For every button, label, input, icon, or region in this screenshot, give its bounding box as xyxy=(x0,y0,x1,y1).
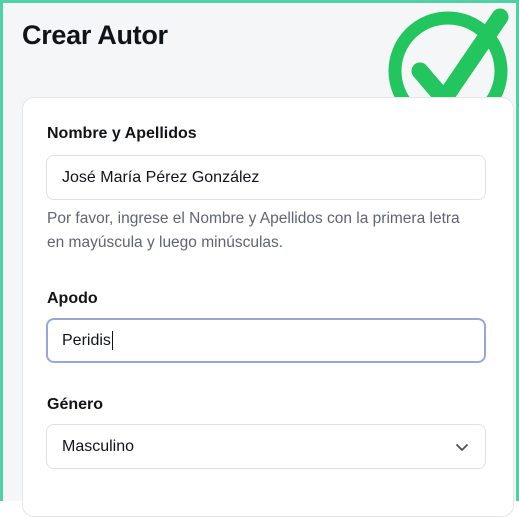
name-field-wrapper xyxy=(46,155,486,200)
nickname-input[interactable]: Peridis xyxy=(46,318,486,363)
nickname-field-wrapper: Peridis xyxy=(46,318,486,363)
nickname-field-label: Apodo xyxy=(47,290,98,307)
name-field-label: Nombre y Apellidos xyxy=(47,125,197,142)
gender-field-label: Género xyxy=(47,396,104,413)
gender-select[interactable]: Masculino xyxy=(46,424,486,469)
gender-select-value: Masculino xyxy=(62,438,135,455)
nickname-input-value: Peridis xyxy=(62,331,111,349)
name-field-help: Por favor, ingrese el Nombre y Apellidos… xyxy=(47,210,460,251)
text-caret xyxy=(111,331,113,350)
page-title: Crear Autor xyxy=(22,20,168,50)
chevron-down-icon xyxy=(456,444,468,451)
name-input[interactable] xyxy=(46,155,486,200)
